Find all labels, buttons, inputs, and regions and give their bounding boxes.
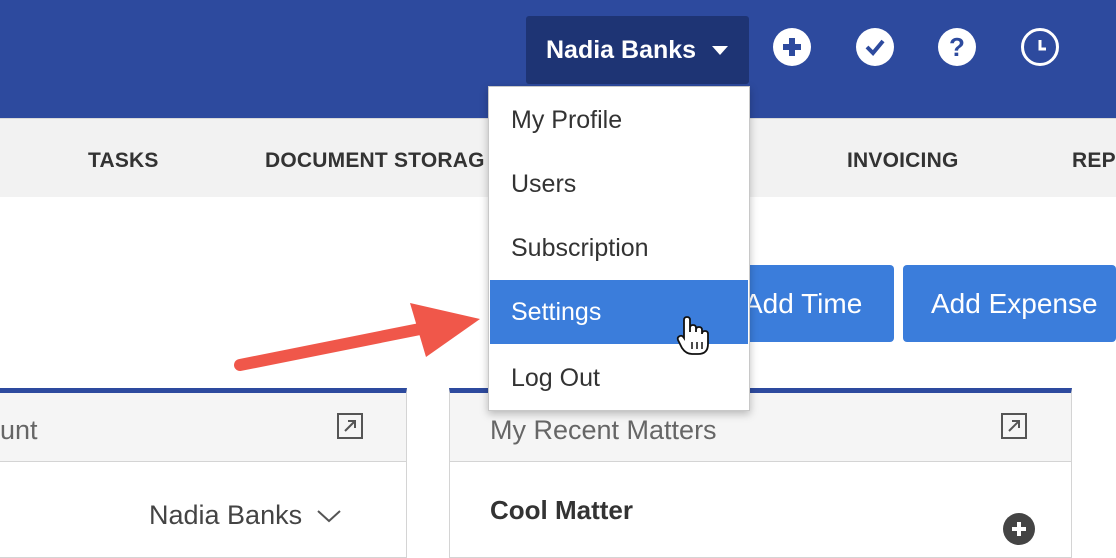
account-panel-header: unt — [0, 393, 406, 462]
user-menu-button[interactable]: Nadia Banks — [526, 16, 749, 84]
add-expense-button[interactable]: Add Expense — [903, 265, 1116, 342]
recent-matters-title: My Recent Matters — [490, 415, 717, 445]
menu-item-subscription[interactable]: Subscription — [490, 216, 748, 280]
recent-matters-panel: My Recent Matters Cool Matter — [449, 388, 1072, 558]
user-select[interactable]: Nadia Banks — [149, 500, 342, 531]
account-panel: unt Nadia Banks — [0, 388, 407, 558]
expand-icon[interactable] — [337, 413, 363, 439]
matter-name[interactable]: Cool Matter — [490, 495, 633, 526]
plus-circle-icon[interactable] — [773, 28, 811, 66]
check-circle-icon[interactable] — [856, 28, 894, 66]
user-dropdown-menu: My Profile Users Subscription Settings L… — [488, 86, 750, 411]
menu-item-users[interactable]: Users — [490, 152, 748, 216]
annotation-arrow-icon — [234, 303, 480, 371]
nav-document-storage[interactable]: DOCUMENT STORAG — [265, 149, 488, 173]
account-panel-title: unt — [0, 415, 38, 445]
add-expense-label: Add Expense — [931, 287, 1098, 319]
nav-reports[interactable]: REP — [1072, 149, 1116, 173]
user-name: Nadia Banks — [546, 35, 697, 64]
help-circle-icon[interactable]: ? — [938, 28, 976, 66]
plus-circle-icon[interactable] — [1003, 513, 1035, 545]
chevron-down-icon — [317, 509, 341, 522]
nav-invoicing[interactable]: INVOICING — [847, 149, 958, 173]
hand-cursor-icon — [676, 316, 709, 355]
caret-down-icon — [712, 45, 729, 55]
menu-item-my-profile[interactable]: My Profile — [490, 88, 748, 152]
clock-icon[interactable] — [1021, 28, 1059, 66]
nav-tasks[interactable]: TASKS — [88, 149, 159, 173]
expand-icon[interactable] — [1001, 413, 1027, 439]
add-time-label: Add Time — [744, 287, 863, 319]
user-select-value: Nadia Banks — [149, 500, 303, 530]
